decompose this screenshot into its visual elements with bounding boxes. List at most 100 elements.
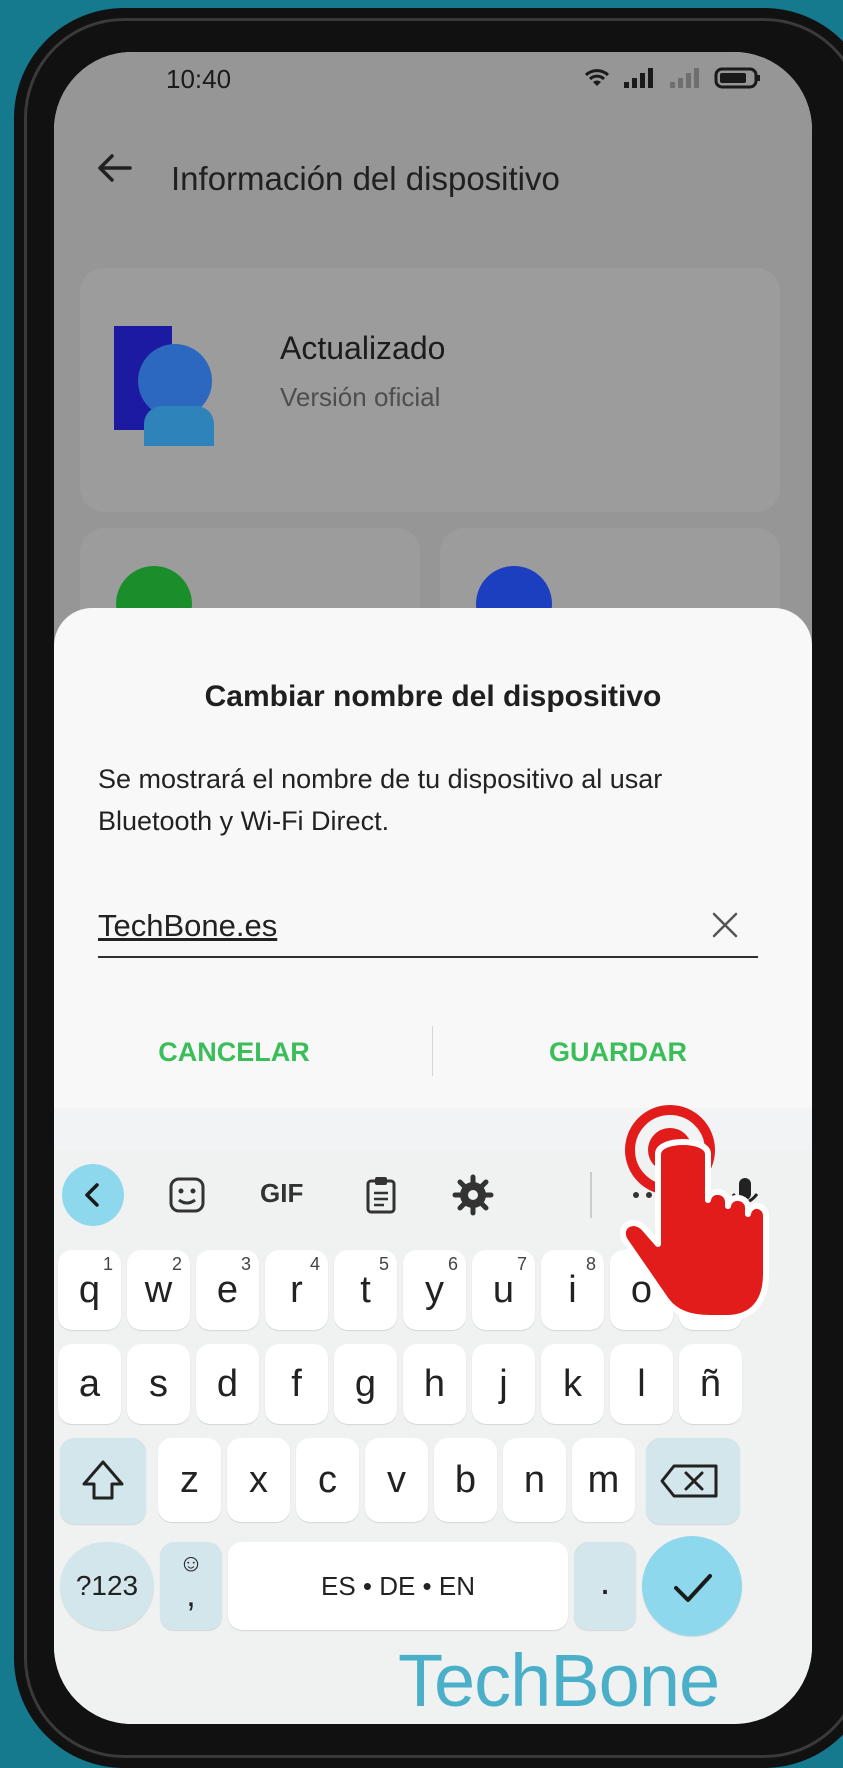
key-b[interactable]: b	[434, 1438, 497, 1522]
key-label: b	[454, 1459, 477, 1501]
dialog-description: Se mostrará el nombre de tu dispositivo …	[98, 764, 663, 836]
key-ñ[interactable]: ñ	[679, 1344, 742, 1424]
key-label: f	[291, 1363, 302, 1405]
toolbar-back-button[interactable]	[62, 1164, 124, 1226]
rename-dialog: Cambiar nombre del dispositivo Se mostra…	[54, 608, 812, 1108]
emoji-icon: ☺	[178, 1550, 204, 1577]
key-label: d	[216, 1363, 239, 1405]
key-label: c	[318, 1459, 337, 1501]
key-n[interactable]: n	[503, 1438, 566, 1522]
key-label: a	[78, 1363, 101, 1405]
key-label: t	[360, 1269, 371, 1311]
shift-key[interactable]	[60, 1438, 146, 1524]
key-hint: 6	[447, 1254, 458, 1274]
update-status: Actualizado	[280, 330, 446, 366]
key-hint: 8	[585, 1254, 596, 1274]
key-hint: 3	[240, 1254, 251, 1274]
tap-hand-icon	[619, 1105, 769, 1321]
screen: 10:40 Información del dispositivo Actual…	[54, 52, 812, 1724]
enter-key[interactable]	[642, 1536, 742, 1636]
device-name-input[interactable]: TechBone.es	[98, 894, 758, 958]
clipboard-icon[interactable]	[360, 1174, 402, 1216]
signal-icon	[624, 68, 653, 88]
key-d[interactable]: d	[196, 1344, 259, 1424]
back-arrow-icon[interactable]	[94, 148, 134, 188]
key-s[interactable]: s	[127, 1344, 190, 1424]
space-key[interactable]: ES • DE • EN	[228, 1542, 568, 1630]
key-label: g	[354, 1363, 377, 1405]
key-g[interactable]: g	[334, 1344, 397, 1424]
key-k[interactable]: k	[541, 1344, 604, 1424]
key-label: i	[568, 1269, 577, 1311]
version-label: Versión oficial	[280, 382, 441, 412]
key-label: l	[637, 1363, 646, 1405]
chevron-left-icon	[85, 1183, 99, 1207]
key-label: j	[499, 1363, 508, 1405]
emoji-comma-key[interactable]: ☺ ,	[160, 1542, 222, 1630]
toolbar-divider	[590, 1172, 592, 1218]
key-label: q	[78, 1269, 101, 1311]
key-hint: 2	[171, 1254, 182, 1274]
key-x[interactable]: x	[227, 1438, 290, 1522]
os-logo-base	[144, 406, 214, 446]
status-icons	[582, 66, 762, 90]
key-l[interactable]: l	[610, 1344, 673, 1424]
key-label: v	[387, 1459, 406, 1501]
key-h[interactable]: h	[403, 1344, 466, 1424]
button-divider	[432, 1026, 433, 1076]
settings-gear-icon[interactable]	[452, 1174, 494, 1216]
key-a[interactable]: a	[58, 1344, 121, 1424]
dialog-buttons: CANCELAR GUARDAR	[54, 1022, 812, 1092]
key-e[interactable]: e3	[196, 1250, 259, 1330]
numbers-key[interactable]: ?123	[60, 1542, 154, 1630]
sticker-icon[interactable]	[166, 1174, 208, 1216]
dialog-title: Cambiar nombre del dispositivo	[204, 680, 662, 713]
key-label: y	[425, 1269, 444, 1311]
backspace-key[interactable]	[646, 1438, 740, 1524]
key-label: w	[144, 1269, 173, 1311]
save-button[interactable]: GUARDAR	[438, 1022, 798, 1082]
watermark: TechBone	[398, 1639, 720, 1722]
key-label: s	[149, 1363, 168, 1405]
signal-empty-icon	[670, 68, 699, 88]
cancel-button[interactable]: CANCELAR	[54, 1022, 414, 1082]
key-v[interactable]: v	[365, 1438, 428, 1522]
key-w[interactable]: w2	[127, 1250, 190, 1330]
key-label: u	[492, 1269, 515, 1311]
key-label: k	[563, 1363, 582, 1405]
gif-button[interactable]: GIF	[260, 1178, 320, 1220]
key-r[interactable]: r4	[265, 1250, 328, 1330]
status-bar: 10:40	[54, 52, 812, 114]
battery-icon	[714, 67, 760, 89]
shift-icon	[82, 1460, 124, 1500]
key-hint: 1	[102, 1254, 113, 1274]
key-f[interactable]: f	[265, 1344, 328, 1424]
key-y[interactable]: y6	[403, 1250, 466, 1330]
key-hint: 4	[309, 1254, 320, 1274]
key-label: z	[180, 1459, 199, 1501]
comma-label: ,	[186, 1576, 196, 1614]
key-q[interactable]: q1	[58, 1250, 121, 1330]
status-time: 10:40	[166, 64, 232, 94]
key-label: x	[249, 1459, 268, 1501]
clear-icon[interactable]	[710, 910, 740, 940]
key-label: ñ	[699, 1363, 722, 1405]
device-name-value[interactable]: TechBone.es	[98, 908, 277, 944]
key-m[interactable]: m	[572, 1438, 635, 1522]
key-hint: 7	[516, 1254, 527, 1274]
key-t[interactable]: t5	[334, 1250, 397, 1330]
wifi-icon	[584, 69, 610, 86]
key-label: m	[587, 1459, 620, 1501]
key-label: r	[290, 1269, 303, 1311]
key-j[interactable]: j	[472, 1344, 535, 1424]
key-c[interactable]: c	[296, 1438, 359, 1522]
key-label: e	[216, 1269, 239, 1311]
check-icon	[674, 1574, 712, 1602]
period-key[interactable]: .	[574, 1542, 636, 1630]
key-i[interactable]: i8	[541, 1250, 604, 1330]
key-z[interactable]: z	[158, 1438, 221, 1522]
backspace-icon	[660, 1464, 718, 1498]
key-u[interactable]: u7	[472, 1250, 535, 1330]
key-hint: 5	[378, 1254, 389, 1274]
page-title: Información del dispositivo	[171, 160, 560, 197]
